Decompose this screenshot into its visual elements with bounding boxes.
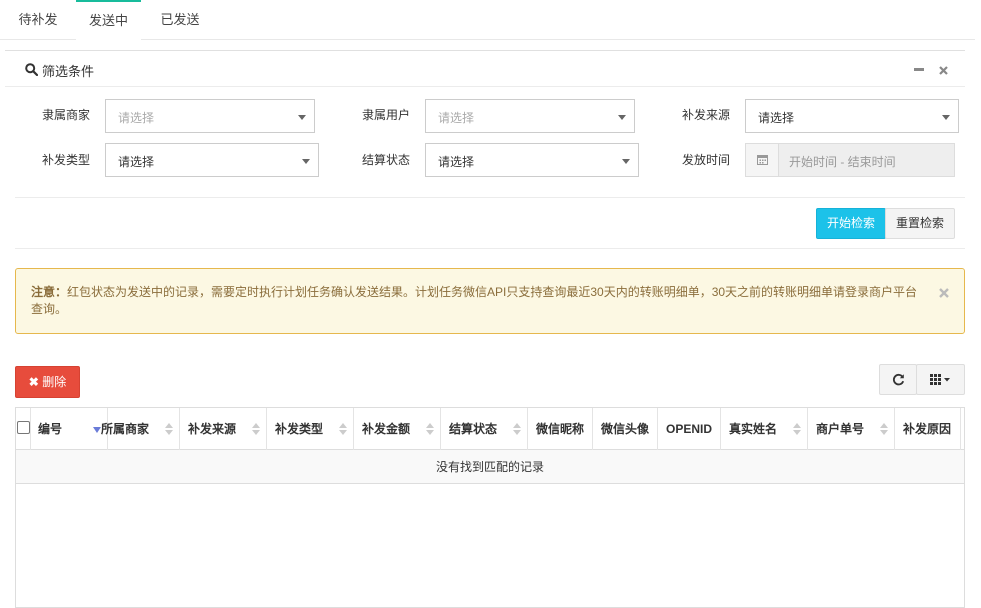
calendar-icon (757, 155, 768, 165)
source-select[interactable]: 请选择 (745, 99, 959, 133)
delete-button[interactable]: ✖ 删除 (15, 366, 80, 398)
col-amount[interactable]: 补发金额 (354, 408, 441, 450)
user-label: 隶属用户 (362, 108, 411, 122)
panel-bottom-divider (15, 248, 965, 249)
chevron-down-icon (302, 159, 310, 164)
date-addon (746, 144, 779, 176)
refresh-icon (892, 373, 904, 386)
close-icon[interactable] (939, 66, 948, 75)
sort-icon (513, 423, 521, 435)
filter-panel-header: 筛选条件 (5, 51, 965, 87)
chevron-down-icon (618, 115, 626, 120)
merchant-label: 隶属商家 (42, 108, 91, 122)
select-all-cell (16, 408, 31, 450)
send-time-range-placeholder: 开始时间 - 结束时间 (789, 155, 896, 169)
reset-button[interactable]: 重置检索 (885, 208, 955, 239)
close-icon[interactable] (939, 288, 949, 298)
sort-icon (793, 423, 801, 435)
warning-notice-text: 注意：红包状态为发送中的记录，需要定时执行计划任务确认发送结果。计划任务微信AP… (31, 284, 921, 318)
type-select-value: 请选择 (118, 155, 155, 169)
sort-icon (426, 423, 434, 435)
grid-columns-icon (929, 374, 950, 385)
empty-table-message: 没有找到匹配的记录 (16, 450, 964, 484)
tab-bar: 待补发 发送中 已发送 (0, 0, 975, 40)
settlement-label: 结算状态 (362, 153, 411, 167)
col-real-name[interactable]: 真实姓名 (721, 408, 808, 450)
tab-sending[interactable]: 发送中 (76, 0, 141, 40)
filter-panel-title: 筛选条件 (42, 64, 95, 79)
delete-x-icon: ✖ (28, 375, 39, 389)
delete-button-label: 删除 (42, 375, 67, 389)
chevron-down-icon (942, 115, 950, 120)
sort-icon (339, 423, 347, 435)
source-select-value: 请选择 (758, 111, 795, 125)
tab-pending[interactable]: 待补发 (10, 0, 66, 40)
sort-icon (252, 423, 260, 435)
send-time-range-input[interactable]: 开始时间 - 结束时间 (745, 143, 955, 177)
col-source[interactable]: 补发来源 (180, 408, 267, 450)
source-label: 补发来源 (682, 108, 731, 122)
sort-icon (880, 423, 888, 435)
send-time-label: 发放时间 (682, 153, 731, 167)
settlement-select-value: 请选择 (438, 155, 475, 169)
chevron-down-icon (298, 115, 306, 120)
warning-notice-message: 红包状态为发送中的记录，需要定时执行计划任务确认发送结果。计划任务微信API只支… (31, 285, 918, 316)
chevron-down-icon (622, 159, 630, 164)
table-header: 编号 所属商家 补发来源 补发类型 补发金额 结算状态 微信昵称 微信头像 OP… (16, 408, 964, 450)
sort-icon (165, 423, 173, 435)
col-wechat-avatar: 微信头像 (593, 408, 658, 450)
filter-divider (15, 197, 965, 198)
merchant-select-value: 请选择 (118, 111, 155, 125)
col-type[interactable]: 补发类型 (267, 408, 354, 450)
warning-notice: 注意：红包状态为发送中的记录，需要定时执行计划任务确认发送结果。计划任务微信AP… (15, 268, 965, 334)
col-openid: OPENID (658, 408, 721, 450)
merchant-select[interactable]: 请选择 (105, 99, 315, 133)
col-wechat-nickname: 微信昵称 (528, 408, 593, 450)
minimize-icon[interactable] (914, 68, 924, 72)
tab-sent[interactable]: 已发送 (152, 0, 208, 40)
select-all-checkbox[interactable] (17, 421, 30, 434)
col-settlement[interactable]: 结算状态 (441, 408, 528, 450)
type-label: 补发类型 (42, 153, 91, 167)
type-select[interactable]: 请选择 (105, 143, 319, 177)
columns-toggle-button[interactable] (916, 364, 965, 395)
col-reason: 补发原因 (895, 408, 961, 450)
col-merchant-order-no[interactable]: 商户单号 (808, 408, 895, 450)
settlement-select[interactable]: 请选择 (425, 143, 639, 177)
warning-notice-prefix: 注意： (31, 285, 68, 299)
search-icon (25, 63, 38, 76)
refresh-button[interactable] (879, 364, 917, 395)
col-merchant[interactable]: 所属商家 (93, 408, 180, 450)
records-table: 编号 所属商家 补发来源 补发类型 补发金额 结算状态 微信昵称 微信头像 OP… (15, 407, 965, 608)
user-select-value: 请选择 (438, 111, 475, 125)
search-button[interactable]: 开始检索 (816, 208, 886, 239)
user-select[interactable]: 请选择 (425, 99, 635, 133)
